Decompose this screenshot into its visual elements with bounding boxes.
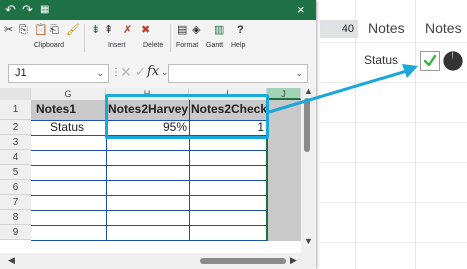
row-header-9[interactable]: 9	[0, 225, 31, 240]
cancel-icon[interactable]: ✕	[120, 64, 132, 81]
column-header-notes2[interactable]: Notes	[425, 20, 462, 36]
cut-icon[interactable]: ✂	[4, 23, 13, 37]
ribbon-separator	[170, 24, 171, 52]
row-header-1[interactable]: 1	[0, 100, 31, 120]
row-divider	[320, 82, 467, 83]
vertical-scroll-thumb[interactable]	[304, 98, 310, 152]
row-divider	[320, 42, 467, 43]
close-button[interactable]: ×	[297, 2, 305, 18]
scroll-down-icon[interactable]: ▼	[304, 236, 313, 246]
progress-pie-icon	[443, 51, 463, 71]
format-fill-icon[interactable]: ◈	[192, 23, 200, 37]
paste-icon[interactable]: 📋	[34, 23, 48, 37]
column-header-g[interactable]: G	[31, 88, 106, 100]
clipboard-group-label: Clipboard	[34, 42, 64, 49]
status-label: Status	[364, 53, 399, 67]
table-icon[interactable]: ▦	[40, 2, 49, 18]
title-bar: ↶ ↷ ▦ ×	[0, 0, 316, 20]
grid-line	[31, 240, 267, 241]
insert-function-icon[interactable]: fx	[147, 64, 159, 79]
help-icon[interactable]: ?	[237, 23, 244, 37]
delete-rows-icon[interactable]: ✗	[123, 23, 132, 37]
column-header-notes1[interactable]: Notes	[368, 20, 405, 36]
name-box-value: J1	[15, 67, 27, 79]
chevron-down-icon[interactable]: ⌄	[96, 65, 104, 82]
grid-line	[31, 195, 267, 196]
row-header-6[interactable]: 6	[0, 180, 31, 195]
chevron-down-icon[interactable]: ⌄	[295, 68, 303, 79]
enter-icon[interactable]: ✓	[135, 64, 146, 80]
row-header-7[interactable]: 7	[0, 195, 31, 210]
cell-g2[interactable]: Status	[50, 120, 105, 135]
name-box[interactable]: J1 ⌄	[8, 64, 109, 83]
format-icon[interactable]: ▤	[177, 23, 187, 37]
select-all-corner[interactable]	[0, 88, 31, 100]
row-divider	[320, 122, 467, 123]
format-painter-icon[interactable]: 🖌	[66, 23, 80, 37]
delete-label: Delete	[143, 42, 164, 49]
row-number: 40	[320, 20, 358, 38]
row-header-3[interactable]: 3	[0, 135, 31, 150]
formula-bar: J1 ⌄ ⋮ ✕ ✓ fx ⌄ ⌄	[0, 58, 316, 88]
gantt-icon[interactable]: ▥	[214, 23, 224, 37]
row-header-2[interactable]: 2	[0, 120, 31, 135]
column-divider	[415, 0, 416, 269]
copy-icon[interactable]: ⎘	[19, 23, 28, 37]
paste-special-icon[interactable]: ⎗	[50, 23, 59, 37]
column-divider	[355, 0, 356, 269]
redo-icon[interactable]: ↷	[22, 2, 33, 18]
row-divider	[320, 242, 467, 243]
cell-g1[interactable]: Notes1	[36, 102, 104, 117]
column-header-j[interactable]: J	[267, 88, 301, 100]
ribbon-separator	[84, 24, 85, 52]
insert-rows-icon[interactable]: ⇟	[91, 23, 100, 37]
grid-line	[31, 165, 267, 166]
insert-label: Insert	[108, 42, 126, 49]
row-divider	[320, 202, 467, 203]
gantt-label: Gantt	[206, 42, 224, 49]
undo-icon[interactable]: ↶	[5, 2, 16, 18]
row-divider	[320, 162, 467, 163]
row-header-5[interactable]: 5	[0, 165, 31, 180]
scroll-up-icon[interactable]: ▲	[304, 86, 313, 96]
scroll-left-icon[interactable]: ◀	[8, 255, 15, 266]
checkmark-icon	[423, 54, 437, 67]
grid-line	[31, 210, 267, 211]
row-header-4[interactable]: 4	[0, 150, 31, 165]
grid-line	[31, 225, 267, 226]
grid-line	[31, 180, 267, 181]
checkbox[interactable]	[420, 51, 440, 71]
highlight-box	[105, 94, 269, 139]
insert-columns-icon[interactable]: ⇞	[104, 23, 113, 37]
ribbon: ✂ ⎘ 📋 ⎗ 🖌 Clipboard ⇟ ⇞ ✗ ✖ Insert Delet…	[0, 20, 316, 59]
grid-line	[31, 150, 267, 151]
delete-columns-icon[interactable]: ✖	[141, 23, 150, 37]
format-label: Format	[176, 42, 199, 49]
row-header-8[interactable]: 8	[0, 210, 31, 225]
formula-input[interactable]: ⌄	[168, 64, 308, 83]
selected-column-j[interactable]	[267, 100, 301, 241]
horizontal-scroll-thumb[interactable]	[200, 258, 286, 264]
scroll-right-icon[interactable]: ▶	[290, 255, 297, 266]
help-label: Help	[231, 42, 246, 49]
